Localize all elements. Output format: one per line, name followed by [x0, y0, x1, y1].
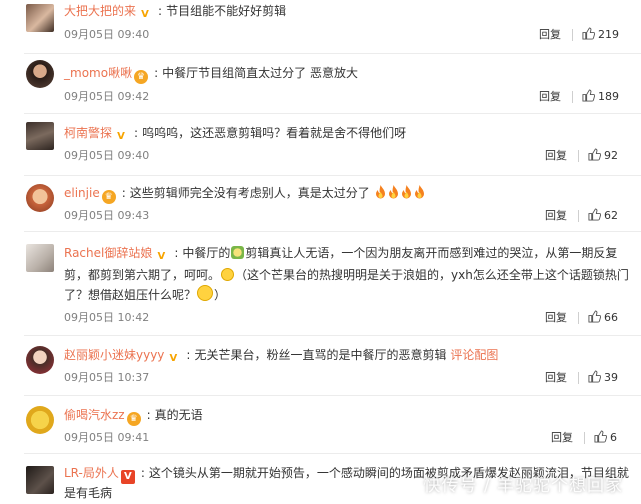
comment-item: elinjie ♛: 这些剪辑师完全没有考虑别人，真是太过分了 09月05日 09:…	[0, 176, 641, 232]
username[interactable]: 柯南警探	[64, 126, 112, 140]
comment-text: 真的无语	[154, 408, 203, 422]
reply-button[interactable]: 回复	[545, 208, 567, 224]
reply-button[interactable]: 回复	[539, 27, 561, 43]
reply-button[interactable]: 回复	[539, 89, 561, 105]
username[interactable]: Rachel御辞站娘	[64, 246, 152, 260]
like-count: 92	[604, 149, 618, 162]
thumbs-up-icon	[582, 89, 595, 102]
crown-badge-icon: ♛	[134, 70, 149, 84]
avatar[interactable]	[26, 406, 54, 434]
reply-button[interactable]: 回复	[545, 310, 567, 326]
like-button[interactable]: 219	[582, 27, 619, 43]
thumbs-up-icon	[588, 370, 601, 383]
like-count: 39	[604, 371, 618, 384]
like-button[interactable]: 92	[588, 148, 618, 164]
reply-button[interactable]: 回复	[551, 430, 573, 446]
like-count: 219	[598, 28, 619, 41]
avatar[interactable]	[26, 244, 54, 272]
divider	[578, 312, 579, 324]
comment-item: Rachel御辞站娘 V: 中餐厅的 剪辑真让人无语，一个因为朋友离开而感到难过的哭泣…	[0, 232, 641, 336]
comment-text: 节目组能不能好好剪辑	[166, 4, 287, 18]
username[interactable]: LR-局外人	[64, 466, 119, 480]
like-button[interactable]: 66	[588, 310, 618, 326]
username[interactable]: _momo啾啾	[64, 66, 132, 80]
username[interactable]: 偷喝汽水zz	[64, 408, 125, 422]
like-button[interactable]: 6	[594, 430, 617, 446]
comment-time: 09月05日 10:37	[64, 371, 150, 384]
avatar[interactable]	[26, 466, 54, 494]
comment-time: 09月05日 09:42	[64, 90, 150, 103]
like-button[interactable]: 62	[588, 208, 618, 224]
fire-emoji-icon	[401, 185, 411, 199]
comment-time: 09月05日 09:40	[64, 149, 150, 162]
divider	[578, 372, 579, 384]
like-count: 66	[604, 311, 618, 324]
comment-time: 09月05日 09:43	[64, 209, 150, 222]
verified-v-icon: V	[117, 131, 125, 142]
comment-text: 呜呜呜，这还恶意剪辑吗？看着就是舍不得他们呀	[142, 126, 407, 140]
divider	[578, 210, 579, 222]
like-button[interactable]: 39	[588, 370, 618, 386]
comment-time: 09月05日 09:40	[64, 28, 150, 41]
watermark: 快传号 / 羊驼驼个想回家	[423, 476, 623, 496]
thumbs-up-icon	[582, 27, 595, 40]
comment-item: 大把大把的来 V: 节目组能不能好好剪辑 09月05日 09:40 回复 219	[0, 0, 641, 54]
divider	[584, 432, 585, 444]
thumbs-up-icon	[588, 208, 601, 221]
fire-emoji-icon	[414, 185, 424, 199]
username[interactable]: elinjie	[64, 186, 100, 200]
comment-text: 这些剪辑师完全没有考虑别人，真是太过分了	[129, 186, 370, 200]
comment-item: 柯南警探 V: 呜呜呜，这还恶意剪辑吗？看着就是舍不得他们呀 09月05日 09:4…	[0, 114, 641, 176]
comment-text: 中餐厅节目组简直太过分了 恶意放大	[162, 66, 358, 80]
verified-v-icon: V	[141, 9, 149, 20]
comment-text: 无关芒果台，粉丝一直骂的是中餐厅的恶意剪辑	[194, 348, 447, 362]
avatar[interactable]	[26, 122, 54, 150]
like-count: 62	[604, 209, 618, 222]
comment-item: 偷喝汽水zz ♛: 真的无语 09月05日 09:41 回复 6	[0, 396, 641, 454]
comment-image-link[interactable]: 评论配图	[450, 348, 498, 362]
comment-text: 中餐厅的	[182, 246, 231, 260]
username[interactable]: 赵丽颖小迷妹yyyy	[64, 348, 164, 362]
thumbs-up-icon	[588, 148, 601, 161]
reply-button[interactable]: 回复	[545, 370, 567, 386]
comment-item: 赵丽颖小迷妹yyyy V: 无关芒果台，粉丝一直骂的是中餐厅的恶意剪辑 评论配图 0…	[0, 336, 641, 396]
avatar[interactable]	[26, 4, 54, 32]
thumbs-up-icon	[594, 430, 607, 443]
like-button[interactable]: 189	[582, 89, 619, 105]
avatar[interactable]	[26, 60, 54, 88]
like-count: 189	[598, 90, 619, 103]
smile-emoji-icon	[221, 268, 235, 281]
avatar[interactable]	[26, 346, 54, 374]
smile-emoji-icon	[197, 285, 214, 301]
crown-badge-icon: ♛	[126, 412, 141, 426]
divider	[572, 29, 573, 41]
username[interactable]: 大把大把的来	[64, 4, 136, 18]
verified-v-icon: V	[157, 251, 166, 262]
verified-v-icon: V	[169, 353, 178, 364]
food-emoji-icon	[231, 246, 245, 259]
divider	[572, 91, 573, 103]
fire-emoji-icon	[375, 185, 385, 199]
divider	[578, 150, 579, 162]
comment-time: 09月05日 09:41	[64, 431, 150, 444]
thumbs-up-icon	[588, 310, 601, 323]
comment-item: _momo啾啾 ♛: 中餐厅节目组简直太过分了 恶意放大 09月05日 09:42 …	[0, 54, 641, 114]
fire-emoji-icon	[388, 185, 398, 199]
avatar[interactable]	[26, 184, 54, 212]
like-count: 6	[610, 431, 617, 444]
reply-button[interactable]: 回复	[545, 148, 567, 164]
comment-time: 09月05日 10:42	[64, 311, 150, 324]
crown-badge-icon: ♛	[101, 190, 116, 204]
